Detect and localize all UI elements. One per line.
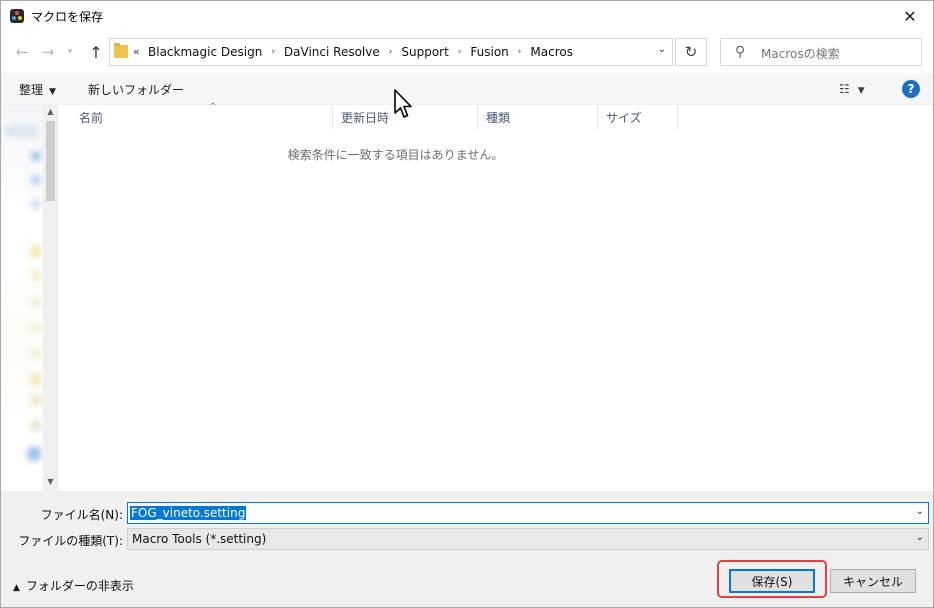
chevron-up-icon: ▲ [13, 583, 20, 593]
arrow-left-icon: ← [15, 43, 29, 61]
navigation-pane-items[interactable] [1, 105, 43, 491]
column-header-type-label: 種類 [486, 110, 511, 125]
refresh-button[interactable]: ↻ [675, 38, 707, 66]
filename-value: FOG_vineto.setting [130, 506, 247, 520]
filename-input[interactable]: FOG_vineto.setting ⌄ [127, 502, 929, 524]
mouse-cursor-icon [394, 89, 412, 118]
breadcrumb-item-macros[interactable]: Macros [530, 45, 573, 59]
organize-button[interactable]: 整理 ▼ [19, 81, 56, 98]
save-macro-dialog: マクロを保存 ✕ ← → ▾ ↑ « Blackmagic Design › D… [0, 0, 934, 608]
refresh-icon: ↻ [684, 43, 698, 61]
filetype-value: Macro Tools (*.setting) [132, 532, 267, 546]
navigation-pane: ▲ ▼ [1, 105, 59, 491]
arrow-up-icon: ↑ [89, 42, 103, 62]
empty-list-message: 検索条件に一致する項目はありません。 [287, 148, 504, 162]
scroll-up-icon[interactable]: ▲ [43, 107, 58, 119]
column-header-size-label: サイズ [606, 110, 642, 125]
column-header-type[interactable]: 種類 [478, 105, 598, 129]
breadcrumb-separator-icon[interactable]: › [458, 47, 462, 57]
search-placeholder: Macrosの検索 [761, 47, 840, 61]
save-button[interactable]: 保存(S) [729, 569, 815, 593]
close-icon: ✕ [903, 6, 917, 26]
breadcrumb-separator-icon[interactable]: › [518, 47, 522, 57]
new-folder-button[interactable]: 新しいフォルダー [88, 81, 184, 98]
filetype-select[interactable]: Macro Tools (*.setting) ⌄ [127, 528, 929, 550]
title-bar: マクロを保存 ✕ [1, 1, 933, 31]
organize-label: 整理 [19, 83, 44, 97]
sort-ascending-icon: ^ [209, 102, 217, 112]
davinci-resolve-app-icon [10, 9, 24, 23]
close-button[interactable]: ✕ [887, 1, 933, 31]
view-details-icon: ☷ [839, 82, 850, 96]
save-form: ファイル名(N): FOG_vineto.setting ⌄ ファイルの種類(T… [1, 491, 933, 607]
column-header-name-label: 名前 [79, 110, 104, 125]
breadcrumb-item-davinci-resolve[interactable]: DaVinci Resolve [284, 45, 380, 59]
breadcrumb-overflow-icon[interactable]: « [133, 45, 140, 58]
column-header-size[interactable]: サイズ [598, 105, 678, 129]
search-icon: ⚲ [735, 44, 746, 60]
column-header-date-label: 更新日時 [341, 110, 390, 125]
address-dropdown-icon[interactable]: ⌄ [658, 44, 666, 55]
command-toolbar: 整理 ▼ 新しいフォルダー ☷ ▼ ? [1, 73, 933, 105]
breadcrumb: Blackmagic Design › DaVinci Resolve › Su… [148, 45, 573, 59]
navigation-bar: ← → ▾ ↑ « Blackmagic Design › DaVinci Re… [1, 31, 933, 73]
scrollbar-thumb[interactable] [46, 121, 55, 201]
navigation-pane-scrollbar[interactable]: ▲ ▼ [43, 105, 58, 491]
change-view-button[interactable]: ☷ ▼ [839, 82, 865, 96]
breadcrumb-item-fusion[interactable]: Fusion [470, 45, 508, 59]
recent-locations-button[interactable]: ▾ [63, 41, 77, 63]
chevron-down-icon: ▾ [67, 47, 73, 57]
breadcrumb-separator-icon[interactable]: › [271, 47, 275, 57]
up-button[interactable]: ↑ [85, 41, 107, 63]
hide-folders-button[interactable]: ▲ フォルダーの非表示 [13, 577, 134, 594]
breadcrumb-separator-icon[interactable]: › [389, 47, 393, 57]
column-header-name[interactable]: 名前 ^ [71, 102, 333, 129]
search-input[interactable]: ⚲ Macrosの検索 [720, 38, 922, 66]
address-bar[interactable]: « Blackmagic Design › DaVinci Resolve › … [109, 38, 673, 66]
filename-dropdown-icon[interactable]: ⌄ [916, 506, 924, 517]
back-button[interactable]: ← [11, 41, 33, 63]
cancel-button[interactable]: キャンセル [830, 569, 916, 593]
hide-folders-label: フォルダーの非表示 [25, 579, 134, 593]
folder-icon [114, 43, 128, 58]
scroll-down-icon[interactable]: ▼ [43, 477, 58, 489]
file-list[interactable]: 名前 ^ 更新日時 種類 サイズ 検索条件に一致する項目はありません。 [59, 102, 933, 491]
filetype-dropdown-icon: ⌄ [915, 532, 924, 543]
help-icon: ? [907, 82, 915, 96]
arrow-right-icon: → [41, 43, 55, 61]
window-title: マクロを保存 [31, 10, 104, 24]
help-button[interactable]: ? [902, 80, 920, 98]
filetype-label: ファイルの種類(T): [18, 534, 123, 548]
breadcrumb-item-blackmagic-design[interactable]: Blackmagic Design [148, 45, 262, 59]
caret-down-icon: ▼ [857, 86, 865, 96]
caret-down-icon: ▼ [49, 87, 56, 97]
breadcrumb-item-support[interactable]: Support [401, 45, 448, 59]
forward-button[interactable]: → [37, 41, 59, 63]
filename-label: ファイル名(N): [40, 508, 123, 522]
